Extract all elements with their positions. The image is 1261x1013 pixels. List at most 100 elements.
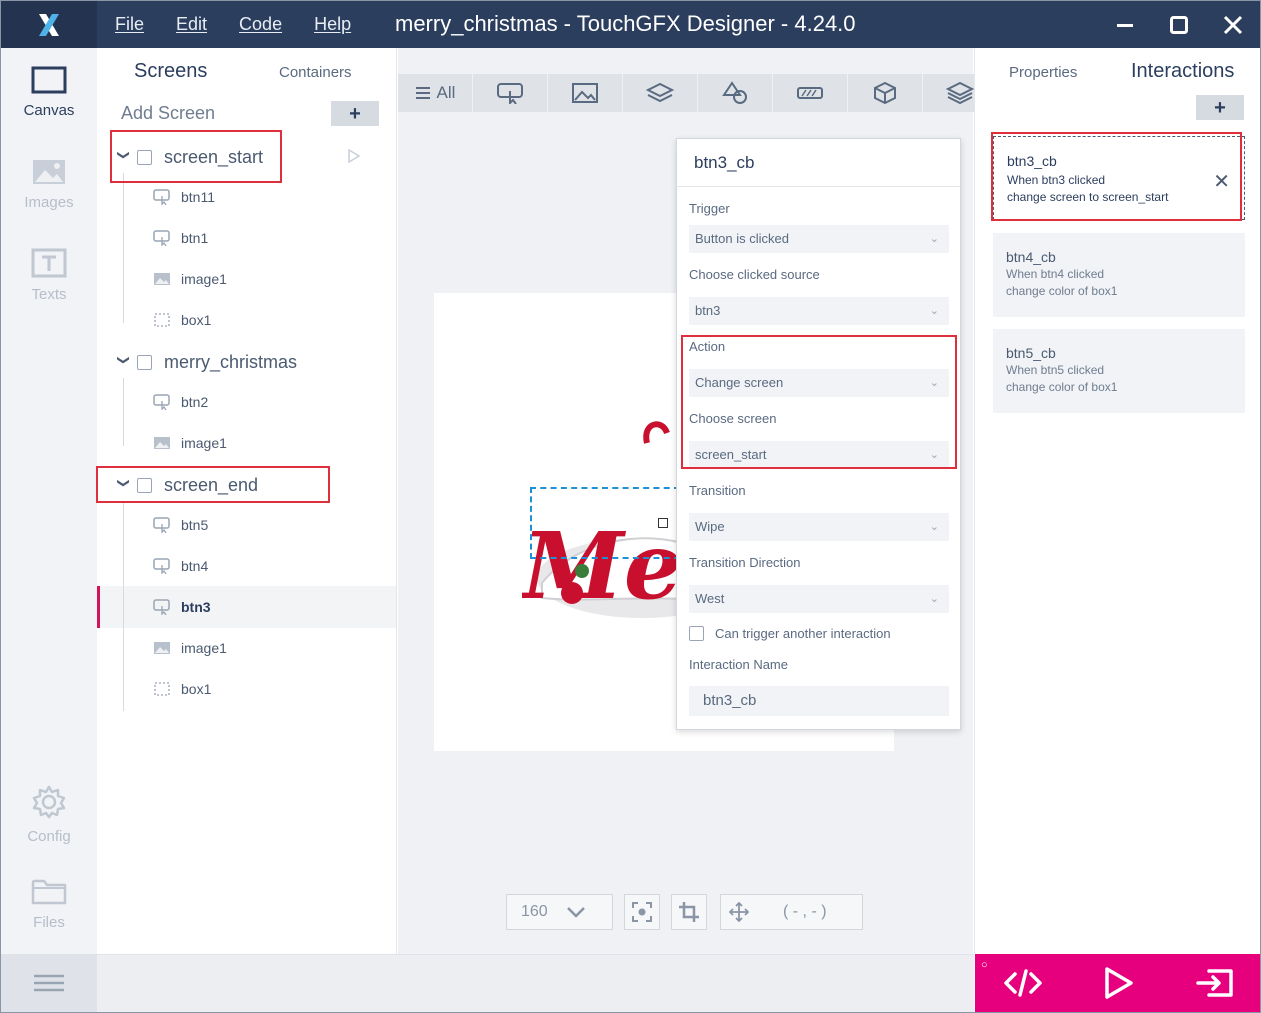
button-icon	[153, 230, 171, 246]
tree-item-label: image1	[181, 271, 227, 287]
collapse-menu-button[interactable]	[1, 954, 97, 1012]
annotation-highlight-screen-start	[110, 130, 282, 183]
maximize-button[interactable]	[1152, 1, 1206, 48]
rail-canvas[interactable]: Canvas	[1, 66, 97, 119]
rail-files-label: Files	[33, 914, 65, 931]
touchgfx-x-icon	[39, 13, 59, 36]
tree-screen-merry-christmas[interactable]: ❯ merry_christmas	[117, 347, 297, 377]
interaction-name-input[interactable]: btn3_cb	[689, 686, 949, 716]
tree-item-label: box1	[181, 312, 212, 328]
window-controls	[1098, 1, 1260, 48]
widget-toolbar: All	[398, 74, 998, 112]
navigation-rail: Canvas Images Texts Config Files	[1, 48, 97, 954]
play-screen-icon[interactable]	[347, 149, 361, 163]
filter-images[interactable]	[548, 74, 622, 112]
chevron-down-icon[interactable]: ❯	[117, 355, 131, 369]
tree-item-btn2[interactable]: btn2	[153, 387, 208, 417]
transition-select[interactable]: Wipe ⌄	[689, 513, 949, 541]
menu-bar: File Edit Code Help	[115, 1, 383, 48]
menu-code[interactable]: Code	[239, 14, 282, 35]
tree-item-image1[interactable]: image1	[153, 428, 227, 458]
direction-select[interactable]: West ⌄	[689, 585, 949, 613]
images-icon	[33, 160, 65, 184]
filter-3d[interactable]	[848, 74, 922, 112]
screen-checkbox[interactable]	[137, 354, 152, 370]
fit-to-screen-button[interactable]	[624, 894, 660, 930]
tab-containers[interactable]: Containers	[279, 64, 352, 81]
run-target-icon[interactable]	[1195, 966, 1235, 1000]
minimize-button[interactable]	[1098, 1, 1152, 48]
direction-label: Transition Direction	[689, 555, 801, 570]
interaction-name: btn4_cb	[1006, 249, 1056, 265]
run-bar: ○	[975, 954, 1260, 1012]
tree-item-btn1[interactable]: btn1	[153, 223, 208, 253]
tab-interactions[interactable]: Interactions	[1131, 60, 1234, 83]
trigger-select[interactable]: Button is clicked ⌄	[689, 225, 949, 253]
tree-item-btn3[interactable]: btn3	[153, 592, 211, 622]
position-readout: ( - , - )	[720, 894, 863, 930]
tree-item-btn4[interactable]: btn4	[153, 551, 208, 581]
rail-images[interactable]: Images	[1, 158, 97, 211]
rail-canvas-label: Canvas	[23, 102, 75, 119]
tab-properties[interactable]: Properties	[1009, 64, 1077, 81]
interaction-card-btn4-cb[interactable]: btn4_cb When btn4 clicked change color o…	[993, 233, 1245, 317]
filter-progress[interactable]	[773, 74, 847, 112]
tree-item-label: box1	[181, 681, 212, 697]
cube-icon	[874, 81, 896, 105]
status-dot-icon: ○	[981, 959, 988, 971]
can-trigger-label: Can trigger another interaction	[715, 626, 891, 641]
add-interaction-button[interactable]: +	[1196, 95, 1244, 120]
tree-item-box1[interactable]: box1	[153, 305, 211, 335]
filter-buttons[interactable]	[473, 74, 547, 112]
tree-item-label: btn11	[181, 189, 215, 205]
annotation-highlight-interaction	[991, 132, 1242, 221]
can-trigger-checkbox[interactable]	[689, 626, 704, 641]
filter-all-label: All	[436, 83, 456, 102]
add-screen-button[interactable]: +	[331, 101, 379, 126]
zoom-value: 160	[521, 903, 548, 920]
touchgfx-designer-window: File Edit Code Help merry_christmas - To…	[0, 0, 1261, 1013]
close-window-button[interactable]	[1206, 1, 1260, 48]
tree-item-btn11[interactable]: btn11	[153, 182, 215, 212]
can-trigger-checkbox-row[interactable]: Can trigger another interaction	[689, 626, 891, 641]
add-screen-label: Add Screen	[121, 103, 216, 123]
tree-item-image1[interactable]: image1	[153, 633, 227, 663]
zoom-select[interactable]: 160	[506, 894, 613, 930]
close-icon	[1223, 15, 1243, 34]
trigger-label: Trigger	[689, 201, 730, 216]
image-icon	[153, 435, 171, 451]
menu-edit[interactable]: Edit	[176, 14, 207, 35]
selected-row-highlight	[97, 586, 396, 628]
resize-handle[interactable]	[658, 518, 668, 528]
tab-screens[interactable]: Screens	[134, 60, 207, 83]
source-select[interactable]: btn3 ⌄	[689, 297, 949, 325]
rail-texts[interactable]: Texts	[1, 248, 97, 303]
rail-images-label: Images	[24, 194, 74, 211]
interaction-card-btn5-cb[interactable]: btn5_cb When btn5 clicked change color o…	[993, 329, 1245, 413]
status-bar	[97, 954, 974, 1012]
tree-item-label: btn2	[181, 394, 209, 410]
list-icon	[415, 87, 430, 99]
crop-button[interactable]	[671, 894, 707, 930]
chevron-down-icon: ⌄	[929, 233, 939, 245]
menu-file[interactable]: File	[115, 14, 144, 35]
tree-item-btn5[interactable]: btn5	[153, 510, 208, 540]
transition-label: Transition	[689, 483, 746, 498]
tree-item-box1[interactable]: box1	[153, 674, 211, 704]
filter-shapes[interactable]	[698, 74, 772, 112]
filter-all-button[interactable]: All	[398, 74, 472, 112]
stack-icon	[946, 81, 974, 105]
tree-item-image1[interactable]: image1	[153, 264, 227, 294]
code-icon[interactable]	[1003, 966, 1043, 1000]
run-simulator-icon[interactable]	[1103, 966, 1135, 1000]
filter-containers[interactable]	[623, 74, 697, 112]
tree-item-label: btn3	[181, 599, 211, 615]
rail-files[interactable]: Files	[1, 876, 97, 931]
box-icon	[153, 312, 171, 328]
texts-icon	[31, 248, 67, 278]
touchgfx-logo[interactable]	[1, 1, 97, 48]
tree-connector	[123, 378, 124, 446]
minimize-icon	[1117, 23, 1133, 27]
rail-config[interactable]: Config	[1, 784, 97, 845]
menu-help[interactable]: Help	[314, 14, 351, 35]
